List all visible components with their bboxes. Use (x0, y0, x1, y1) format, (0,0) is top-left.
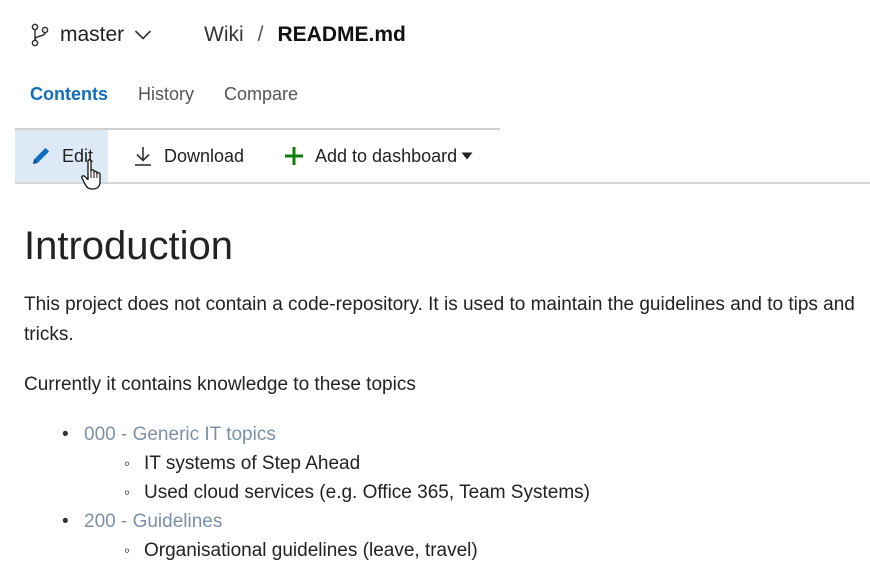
top-bar: master Wiki / README.md (30, 18, 406, 52)
download-button-label: Download (164, 145, 245, 166)
tab-contents[interactable]: Contents (30, 84, 108, 105)
tab-compare[interactable]: Compare (224, 84, 298, 105)
view-tabs: Contents History Compare (30, 80, 328, 108)
plus-icon (285, 147, 303, 165)
branch-name: master (60, 23, 125, 46)
add-to-dashboard-label: Add to dashboard (315, 145, 458, 166)
topic-link-generic-it[interactable]: 000 - Generic IT topics (84, 424, 276, 445)
git-branch-icon (31, 23, 49, 47)
breadcrumb: Wiki / README.md (204, 23, 406, 47)
list-item: Organisational guidelines (leave, travel… (124, 536, 870, 565)
chevron-down-icon (135, 30, 152, 40)
download-icon (135, 147, 151, 166)
breadcrumb-wiki[interactable]: Wiki (204, 23, 244, 47)
branch-selector[interactable]: master (30, 23, 152, 47)
list-item: IT systems of Step Ahead (124, 449, 870, 478)
caret-down-icon (461, 152, 473, 160)
pencil-icon (33, 147, 50, 164)
list-item: 200 - Guidelines Organisational guidelin… (62, 507, 870, 565)
breadcrumb-separator: / (257, 23, 264, 46)
download-button[interactable]: Download (132, 130, 244, 182)
breadcrumb-file: README.md (277, 23, 406, 46)
subtopics-list: Organisational guidelines (leave, travel… (84, 536, 870, 565)
hand-pointer-cursor-icon (81, 159, 101, 190)
page-heading: Introduction (24, 224, 234, 268)
toolbar: Edit Download Add to dashboard (15, 128, 870, 184)
tab-history[interactable]: History (138, 84, 194, 105)
list-item: Used cloud services (e.g. Office 365, Te… (124, 478, 870, 507)
topics-intro-paragraph: Currently it contains knowledge to these… (24, 374, 416, 395)
list-item: 000 - Generic IT topics IT systems of St… (62, 420, 870, 507)
add-to-dashboard-button[interactable]: Add to dashboard (283, 130, 473, 182)
subtopics-list: IT systems of Step Ahead Used cloud serv… (84, 449, 870, 507)
topics-list: 000 - Generic IT topics IT systems of St… (24, 420, 870, 565)
wiki-content: Introduction This project does not conta… (24, 222, 870, 565)
topic-link-guidelines[interactable]: 200 - Guidelines (84, 511, 222, 532)
intro-paragraph: This project does not contain a code-rep… (24, 294, 855, 345)
